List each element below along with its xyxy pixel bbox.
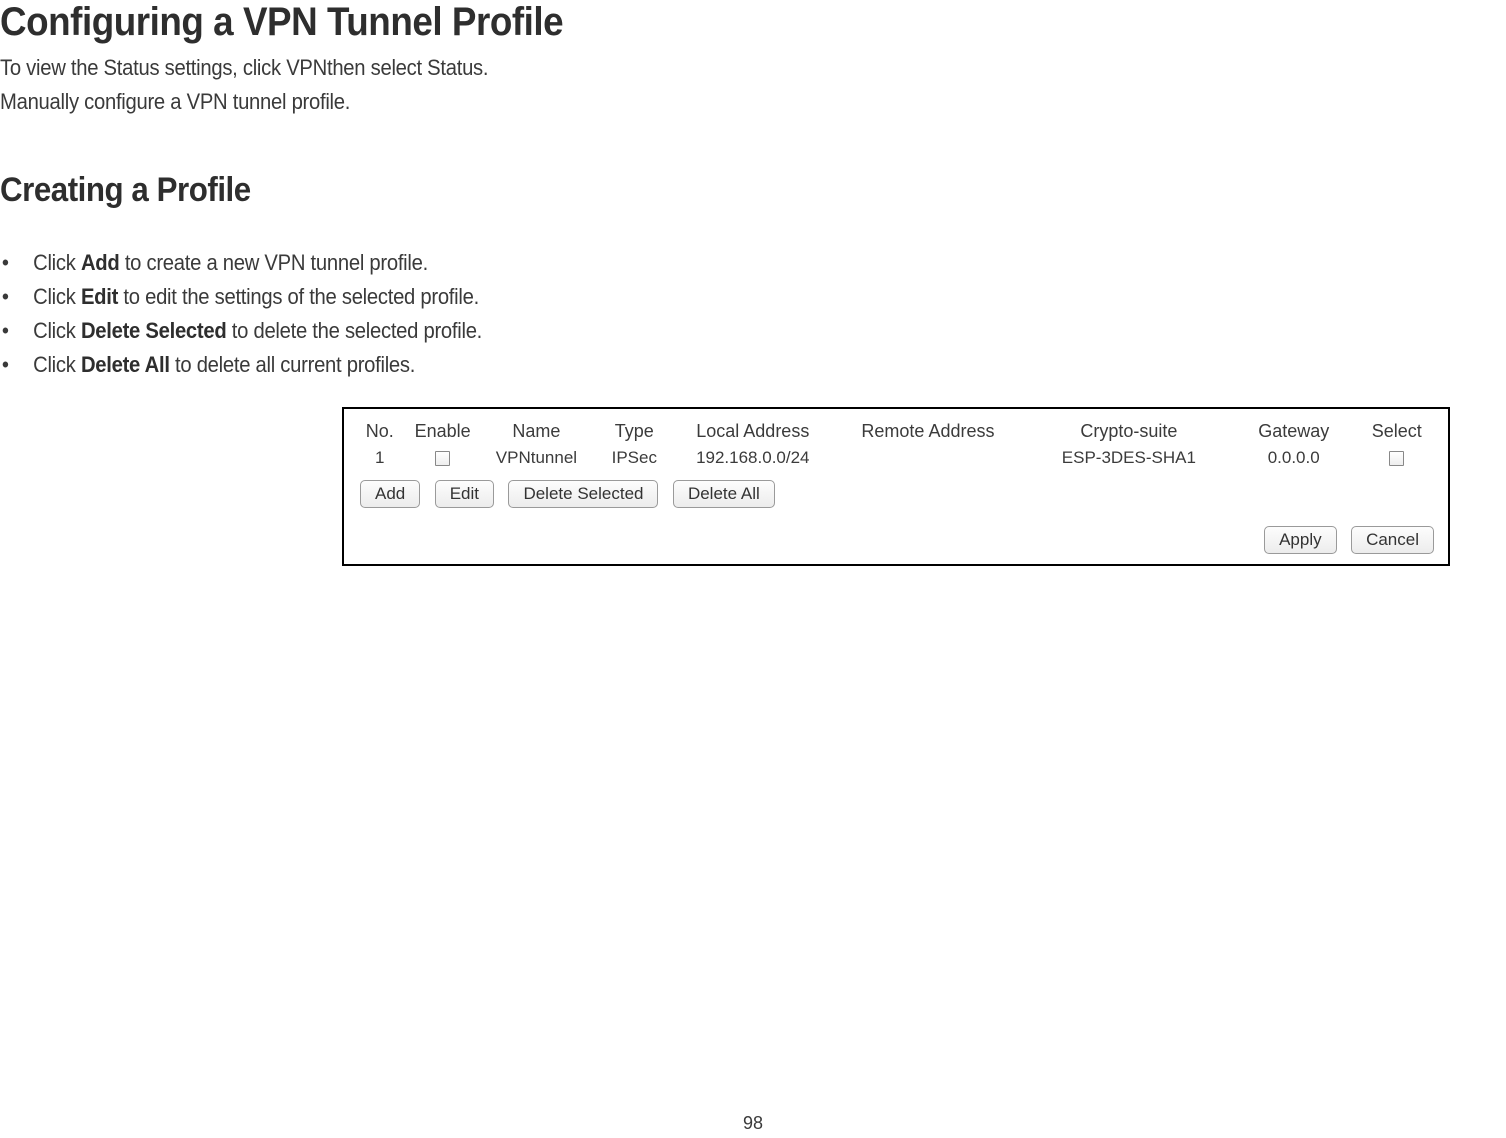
col-header-crypto: Crypto-suite: [1026, 415, 1232, 446]
text: Click: [33, 318, 81, 343]
delete-all-button[interactable]: Delete All: [673, 480, 775, 508]
action-button-row: Add Edit Delete Selected Delete All: [354, 476, 1438, 508]
cell-no: 1: [354, 446, 406, 476]
instruction-list: Click Add to create a new VPN tunnel pro…: [0, 246, 1506, 382]
text: Click: [33, 284, 81, 309]
col-header-type: Type: [593, 415, 675, 446]
text: to delete the selected profile.: [226, 318, 482, 343]
vpn-profile-panel: No. Enable Name Type Local Address Remot…: [342, 407, 1450, 566]
col-header-name: Name: [480, 415, 593, 446]
col-header-remote: Remote Address: [830, 415, 1026, 446]
col-header-select: Select: [1356, 415, 1438, 446]
text: to edit the settings of the selected pro…: [118, 284, 479, 309]
delete-selected-button[interactable]: Delete Selected: [508, 480, 658, 508]
col-header-enable: Enable: [406, 415, 480, 446]
col-header-gateway: Gateway: [1232, 415, 1356, 446]
list-item: Click Add to create a new VPN tunnel pro…: [0, 246, 1386, 280]
apply-cancel-row: Apply Cancel: [354, 508, 1438, 554]
bold-text: Delete All: [81, 352, 170, 377]
cell-crypto: ESP-3DES-SHA1: [1026, 446, 1232, 476]
apply-button[interactable]: Apply: [1264, 526, 1337, 554]
section-heading: Creating a Profile: [0, 171, 1386, 210]
cell-gateway: 0.0.0.0: [1232, 446, 1356, 476]
text: Click: [33, 352, 81, 377]
list-item: Click Delete All to delete all current p…: [0, 348, 1386, 382]
intro-line-2: Manually configure a VPN tunnel profile.: [0, 85, 1386, 119]
cell-enable: [406, 446, 480, 476]
cell-name: VPNtunnel: [480, 446, 593, 476]
text: Click: [33, 250, 81, 275]
table-header-row: No. Enable Name Type Local Address Remot…: [354, 415, 1438, 446]
vpn-profile-table: No. Enable Name Type Local Address Remot…: [354, 415, 1438, 476]
list-item: Click Delete Selected to delete the sele…: [0, 314, 1386, 348]
bold-text: Edit: [81, 284, 118, 309]
cell-local: 192.168.0.0/24: [676, 446, 831, 476]
text: to delete all current profiles.: [170, 352, 415, 377]
intro-line-1: To view the Status settings, click VPNth…: [0, 51, 1386, 85]
text: to create a new VPN tunnel profile.: [119, 250, 427, 275]
cell-type: IPSec: [593, 446, 675, 476]
cell-select: [1356, 446, 1438, 476]
cell-remote: [830, 446, 1026, 476]
enable-checkbox[interactable]: [435, 451, 450, 466]
bold-text: Delete Selected: [81, 318, 226, 343]
col-header-local: Local Address: [676, 415, 831, 446]
page-number: 98: [0, 1113, 1506, 1134]
list-item: Click Edit to edit the settings of the s…: [0, 280, 1386, 314]
bold-text: Add: [81, 250, 120, 275]
table-row: 1 VPNtunnel IPSec 192.168.0.0/24 ESP-3DE…: [354, 446, 1438, 476]
page-title: Configuring a VPN Tunnel Profile: [0, 0, 1386, 45]
select-checkbox[interactable]: [1389, 451, 1404, 466]
add-button[interactable]: Add: [360, 480, 420, 508]
col-header-no: No.: [354, 415, 406, 446]
cancel-button[interactable]: Cancel: [1351, 526, 1434, 554]
edit-button[interactable]: Edit: [435, 480, 494, 508]
